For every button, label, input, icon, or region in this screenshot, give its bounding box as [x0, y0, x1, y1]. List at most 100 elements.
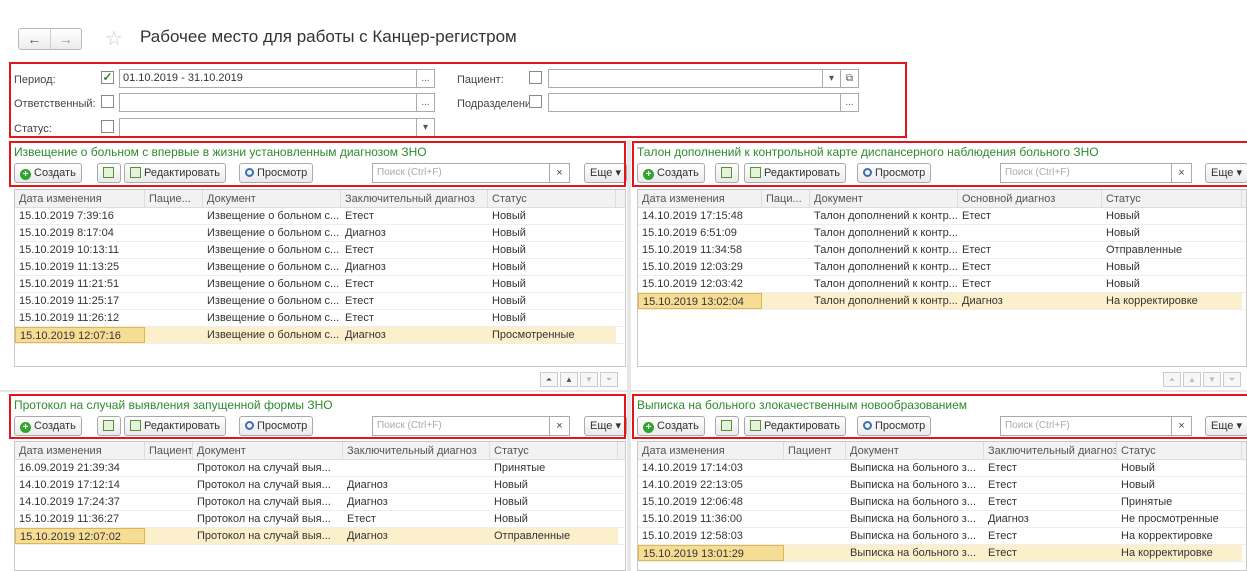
table-row[interactable]: 15.10.2019 12:07:16 Извещение о больном с… — [15, 327, 625, 344]
patient-dropdown-icon[interactable]: ▾ — [823, 69, 841, 88]
table-row[interactable]: 15.10.2019 11:34:58 Талон дополнений к ко… — [638, 242, 1246, 259]
column-header[interactable]: Документ — [846, 442, 984, 459]
table-row[interactable]: 15.10.2019 12:03:42 Талон дополнений к ко… — [638, 276, 1246, 293]
table-row[interactable]: 14.10.2019 17:24:37 Протокол на случай вы… — [15, 494, 625, 511]
responsible-checkbox[interactable] — [101, 95, 114, 108]
column-header[interactable]: Документ — [810, 190, 958, 207]
panel2-more-button[interactable]: Еще ▾ — [1205, 163, 1247, 183]
table-row[interactable]: 14.10.2019 22:13:05 Выписка на больного з… — [638, 477, 1246, 494]
panel3-copy-button[interactable] — [97, 416, 121, 436]
column-header[interactable]: Пациент — [145, 442, 193, 459]
column-header[interactable]: Документ — [193, 442, 343, 459]
panel-splitter-horizontal[interactable] — [0, 390, 1247, 392]
scroll-first-icon[interactable]: ⏶ — [1163, 372, 1181, 387]
column-header[interactable]: Паци... — [762, 190, 810, 207]
department-select-button[interactable]: ... — [841, 93, 859, 112]
panel1-edit-button[interactable]: Редактировать — [124, 163, 226, 183]
table-row[interactable]: 15.10.2019 6:51:09 Талон дополнений к кон… — [638, 225, 1246, 242]
column-header[interactable]: Статус — [1102, 190, 1242, 207]
panel2-clear-icon[interactable]: × — [1172, 163, 1192, 183]
patient-input[interactable] — [548, 69, 823, 88]
table-row[interactable]: 15.10.2019 11:36:27 Протокол на случай вы… — [15, 511, 625, 528]
table-row[interactable]: 15.10.2019 13:01:29 Выписка на больного з… — [638, 545, 1246, 562]
panel3-more-button[interactable]: Еще ▾ — [584, 416, 627, 436]
column-header[interactable]: Дата изменения — [15, 442, 145, 459]
column-header[interactable]: Статус — [1117, 442, 1242, 459]
department-input[interactable] — [548, 93, 841, 112]
table-row[interactable]: 15.10.2019 11:25:17 Извещение о больном с… — [15, 293, 625, 310]
panel1-more-button[interactable]: Еще ▾ — [584, 163, 627, 183]
panel3-table[interactable]: Дата изменения Пациент Документ Заключитель… — [14, 441, 626, 571]
table-row[interactable]: 15.10.2019 11:26:12 Извещение о больном с… — [15, 310, 625, 327]
panel4-view-button[interactable]: Просмотр — [857, 416, 932, 436]
column-header[interactable]: Статус — [490, 442, 618, 459]
status-checkbox[interactable] — [101, 120, 114, 133]
scroll-last-icon[interactable]: ⏷ — [600, 372, 618, 387]
table-row[interactable]: 15.10.2019 7:39:16 Извещение о больном с.… — [15, 208, 625, 225]
column-header[interactable]: Статус — [488, 190, 616, 207]
panel4-edit-button[interactable]: Редактировать — [744, 416, 846, 436]
panel-splitter-vertical[interactable] — [627, 140, 631, 571]
column-header[interactable]: Документ — [203, 190, 341, 207]
panel2-search-input[interactable]: Поиск (Ctrl+F) — [1000, 163, 1172, 183]
patient-checkbox[interactable] — [529, 71, 542, 84]
scroll-down-icon[interactable]: ▼ — [580, 372, 598, 387]
panel4-search-input[interactable]: Поиск (Ctrl+F) — [1000, 416, 1172, 436]
panel2-table[interactable]: Дата изменения Паци... Документ Основной ди… — [637, 189, 1247, 367]
status-dropdown-icon[interactable]: ▾ — [417, 118, 435, 137]
column-header[interactable]: Заключительный диагноз — [984, 442, 1117, 459]
table-row[interactable]: 15.10.2019 12:07:02 Протокол на случай вы… — [15, 528, 625, 545]
column-header[interactable]: Основной диагноз — [958, 190, 1102, 207]
responsible-select-button[interactable]: ... — [417, 93, 435, 112]
forward-icon[interactable]: → — [49, 29, 82, 49]
column-header[interactable]: Пациент — [784, 442, 846, 459]
table-row[interactable]: 15.10.2019 12:58:03 Выписка на больного з… — [638, 528, 1246, 545]
table-row[interactable]: 14.10.2019 17:14:03 Выписка на больного з… — [638, 460, 1246, 477]
period-checkbox[interactable]: ✓ — [101, 71, 114, 84]
panel3-clear-icon[interactable]: × — [550, 416, 570, 436]
panel1-table[interactable]: Дата изменения Пацие... Документ Заключител… — [14, 189, 626, 367]
panel2-create-button[interactable]: + Создать — [637, 163, 705, 183]
table-row[interactable]: 14.10.2019 17:12:14 Протокол на случай вы… — [15, 477, 625, 494]
period-input[interactable]: 01.10.2019 - 31.10.2019 — [119, 69, 417, 88]
scroll-last-icon[interactable]: ⏷ — [1223, 372, 1241, 387]
panel3-create-button[interactable]: + Создать — [14, 416, 82, 436]
table-row[interactable]: 15.10.2019 11:21:51 Извещение о больном с… — [15, 276, 625, 293]
favorite-star-icon[interactable]: ☆ — [105, 26, 123, 51]
panel1-clear-icon[interactable]: × — [550, 163, 570, 183]
table-row[interactable]: 16.09.2019 21:39:34 Протокол на случай вы… — [15, 460, 625, 477]
column-header[interactable]: Заключительный диагноз — [343, 442, 490, 459]
panel4-more-button[interactable]: Еще ▾ — [1205, 416, 1247, 436]
panel4-table[interactable]: Дата изменения Пациент Документ Заключитель… — [637, 441, 1247, 571]
panel2-view-button[interactable]: Просмотр — [857, 163, 932, 183]
panel3-view-button[interactable]: Просмотр — [239, 416, 314, 436]
scroll-first-icon[interactable]: ⏶ — [540, 372, 558, 387]
panel4-clear-icon[interactable]: × — [1172, 416, 1192, 436]
panel2-copy-button[interactable] — [715, 163, 739, 183]
panel4-copy-button[interactable] — [715, 416, 739, 436]
panel4-create-button[interactable]: + Создать — [637, 416, 705, 436]
panel3-search-input[interactable]: Поиск (Ctrl+F) — [372, 416, 550, 436]
column-header[interactable]: Пацие... — [145, 190, 203, 207]
responsible-input[interactable] — [119, 93, 417, 112]
table-row[interactable]: 15.10.2019 12:06:48 Выписка на больного з… — [638, 494, 1246, 511]
column-header[interactable]: Дата изменения — [638, 190, 762, 207]
department-checkbox[interactable] — [529, 95, 542, 108]
panel1-view-button[interactable]: Просмотр — [239, 163, 314, 183]
column-header[interactable]: Дата изменения — [15, 190, 145, 207]
scroll-up-icon[interactable]: ▲ — [1183, 372, 1201, 387]
panel1-search-input[interactable]: Поиск (Ctrl+F) — [372, 163, 550, 183]
panel3-edit-button[interactable]: Редактировать — [124, 416, 226, 436]
table-row[interactable]: 15.10.2019 11:13:25 Извещение о больном с… — [15, 259, 625, 276]
table-row[interactable]: 15.10.2019 8:17:04 Извещение о больном с.… — [15, 225, 625, 242]
status-input[interactable] — [119, 118, 417, 137]
patient-open-icon[interactable]: ⧉ — [841, 69, 859, 88]
table-row[interactable]: 15.10.2019 10:13:11 Извещение о больном с… — [15, 242, 625, 259]
period-select-button[interactable]: ... — [417, 69, 435, 88]
panel1-create-button[interactable]: + Создать — [14, 163, 82, 183]
panel2-edit-button[interactable]: Редактировать — [744, 163, 846, 183]
table-row[interactable]: 15.10.2019 13:02:04 Талон дополнений к ко… — [638, 293, 1246, 310]
column-header[interactable]: Заключительный диагноз — [341, 190, 488, 207]
panel1-copy-button[interactable] — [97, 163, 121, 183]
scroll-up-icon[interactable]: ▲ — [560, 372, 578, 387]
